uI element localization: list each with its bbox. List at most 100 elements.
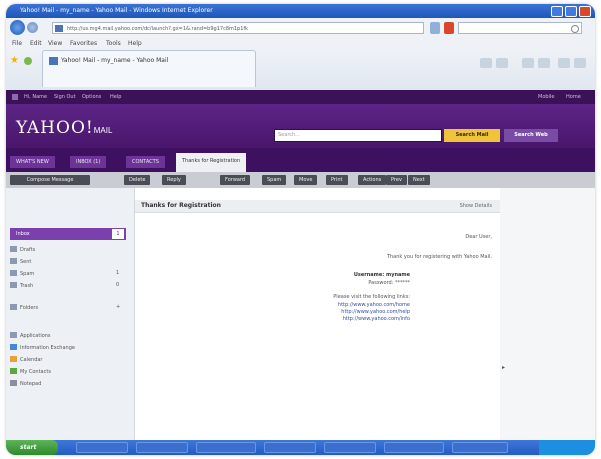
search-mail-button[interactable]: Search Mail <box>444 129 500 142</box>
yahoo-mail-logo[interactable]: YAHOO!MAIL <box>16 118 112 138</box>
tab-whats-new[interactable]: WHAT'S NEW <box>10 156 55 168</box>
folder-folders-label: Folders <box>20 305 39 311</box>
message-line: Thank you for registering with Yahoo Mai… <box>386 254 492 260</box>
menu-tools[interactable]: Tools <box>106 40 121 47</box>
folder-icon <box>10 304 17 310</box>
scroll-arrow-icon[interactable]: ▸ <box>502 364 505 371</box>
compose-button[interactable]: Compose Message <box>10 175 90 185</box>
add-favorites-icon[interactable] <box>24 57 32 65</box>
menu-file[interactable]: File <box>12 40 22 47</box>
next-button[interactable]: Next <box>408 175 430 185</box>
menu-help[interactable]: Help <box>128 40 142 47</box>
folder-folders-count: + <box>116 304 121 310</box>
app-contacts[interactable]: My Contacts <box>10 368 51 377</box>
mail-tabs: WHAT'S NEW INBOX (1) CONTACTS Thanks for… <box>6 148 595 172</box>
app-contacts-label: My Contacts <box>20 369 51 375</box>
folder-drafts-label: Drafts <box>20 247 36 253</box>
message-link[interactable]: http://www.yahoo.com/info <box>343 316 410 322</box>
folder-spam[interactable]: Spam 1 <box>10 270 119 279</box>
calendar-icon <box>10 356 17 362</box>
mail-search-input[interactable]: Search... <box>274 129 442 142</box>
taskbar-item[interactable] <box>384 442 444 453</box>
top-link-home[interactable]: Home <box>566 94 581 100</box>
reply-button[interactable]: Reply <box>162 175 186 185</box>
forward-button-icon[interactable] <box>27 22 38 33</box>
folder-spam-label: Spam <box>20 271 35 277</box>
address-text: http://us.mg4.mail.yahoo.com/dc/launch?.… <box>67 26 249 32</box>
spam-button[interactable]: Spam <box>262 175 287 185</box>
yahoo-small-icon <box>12 94 18 100</box>
tab-contacts[interactable]: CONTACTS <box>126 156 165 168</box>
folder-sent[interactable]: Sent <box>10 258 31 267</box>
top-link-user[interactable]: Hi, Name <box>24 94 47 100</box>
notepad-icon <box>10 380 17 386</box>
taskbar-item[interactable] <box>324 442 376 453</box>
delete-button[interactable]: Delete <box>124 175 151 185</box>
show-details-link[interactable]: Show Details <box>460 203 492 209</box>
minimize-icon[interactable] <box>551 6 563 17</box>
app-calendar-label: Calendar <box>20 357 43 363</box>
address-bar[interactable]: http://us.mg4.mail.yahoo.com/dc/launch?.… <box>52 22 424 34</box>
move-button[interactable]: Move <box>294 175 318 185</box>
print-button[interactable]: Print <box>326 175 348 185</box>
close-icon[interactable] <box>579 6 591 17</box>
top-link-signout[interactable]: Sign Out <box>54 94 76 100</box>
feeds-icon[interactable] <box>496 58 508 68</box>
browser-tab[interactable]: Yahoo! Mail - my_name - Yahoo Mail <box>42 50 256 87</box>
trash-icon <box>10 282 17 288</box>
home-icon[interactable] <box>480 58 492 68</box>
forward-button[interactable]: Forward <box>220 175 251 185</box>
applications-header[interactable]: Applications <box>10 332 51 341</box>
stop-icon[interactable] <box>444 22 454 34</box>
message-links-intro: Please visit the following links: <box>333 294 410 300</box>
app-information-exchange[interactable]: Information Exchange <box>10 344 75 353</box>
browser-tab-label: Yahoo! Mail - my_name - Yahoo Mail <box>61 57 169 64</box>
actions-button[interactable]: Actions <box>358 175 387 185</box>
favorites-star-icon[interactable]: ★ <box>10 56 19 66</box>
prev-button[interactable]: Prev <box>386 175 407 185</box>
taskbar-item[interactable] <box>136 442 188 453</box>
system-tray <box>539 440 595 455</box>
refresh-icon[interactable] <box>430 22 440 34</box>
sent-icon <box>10 258 17 264</box>
app-calendar[interactable]: Calendar <box>10 356 42 365</box>
taskbar-item[interactable] <box>264 442 316 453</box>
app-notepad[interactable]: Notepad <box>10 380 41 389</box>
logo-main: YAHOO! <box>16 118 94 138</box>
tools-menu-icon[interactable] <box>558 58 570 68</box>
folder-spam-count: 1 <box>116 270 120 276</box>
help-menu-icon[interactable] <box>574 58 586 68</box>
tab-inbox[interactable]: INBOX (1) <box>70 156 107 168</box>
menu-edit[interactable]: Edit <box>30 40 42 47</box>
message-link[interactable]: http://www.yahoo.com/help <box>341 309 410 315</box>
top-link-mobile[interactable]: Mobile <box>538 94 554 100</box>
print-icon[interactable] <box>522 58 534 68</box>
folder-trash[interactable]: Trash 0 <box>10 282 119 291</box>
start-button[interactable]: start <box>6 440 58 455</box>
message-link[interactable]: http://www.yahoo.com/home <box>338 302 410 308</box>
browser-search-input[interactable] <box>458 22 582 34</box>
contacts-icon <box>10 368 17 374</box>
page-menu-icon[interactable] <box>538 58 550 68</box>
search-icon[interactable] <box>571 25 579 33</box>
address-row: http://us.mg4.mail.yahoo.com/dc/launch?.… <box>6 18 595 38</box>
taskbar-item[interactable] <box>196 442 256 453</box>
tab-message[interactable]: Thanks for Registration <box>176 153 247 172</box>
folder-trash-count: 0 <box>116 282 120 288</box>
top-link-options[interactable]: Options <box>82 94 101 100</box>
folder-sidebar: Inbox 1 Drafts Sent Spam 1 Trash 0 Folde… <box>6 188 135 440</box>
folder-drafts[interactable]: Drafts <box>10 246 35 255</box>
folder-folders[interactable]: Folders + <box>10 304 120 313</box>
back-button-icon[interactable] <box>10 20 25 35</box>
menu-favorites[interactable]: Favorites <box>70 40 97 47</box>
maximize-icon[interactable] <box>565 6 577 17</box>
yahoo-tab-icon <box>49 57 58 65</box>
folder-inbox[interactable]: Inbox 1 <box>10 228 126 240</box>
search-web-button[interactable]: Search Web <box>504 129 558 142</box>
message-toolbar: Compose Message Delete Reply Forward Spa… <box>6 172 595 188</box>
taskbar-item[interactable] <box>76 442 128 453</box>
top-link-help[interactable]: Help <box>110 94 121 100</box>
window-title: Yahoo! Mail - my_name - Yahoo Mail - Win… <box>20 7 213 14</box>
menu-view[interactable]: View <box>48 40 62 47</box>
taskbar-item[interactable] <box>452 442 508 453</box>
